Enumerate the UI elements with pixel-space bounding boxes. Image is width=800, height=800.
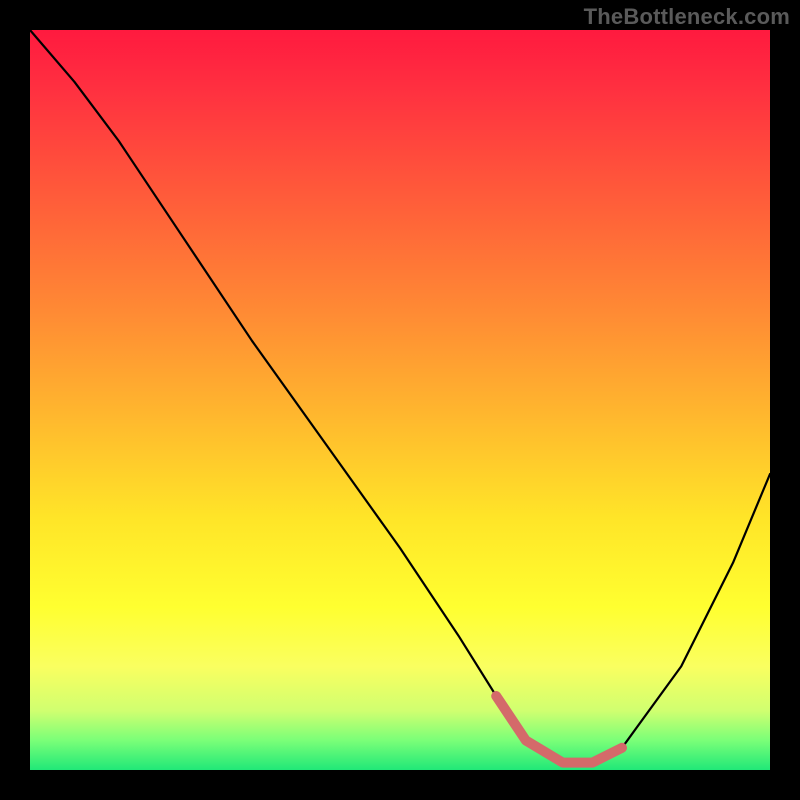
watermark-text: TheBottleneck.com [584, 4, 790, 30]
highlight-segment [496, 696, 622, 763]
bottleneck-curve [30, 30, 770, 763]
plot-area [30, 30, 770, 770]
chart-frame: TheBottleneck.com [0, 0, 800, 800]
curve-layer [30, 30, 770, 770]
